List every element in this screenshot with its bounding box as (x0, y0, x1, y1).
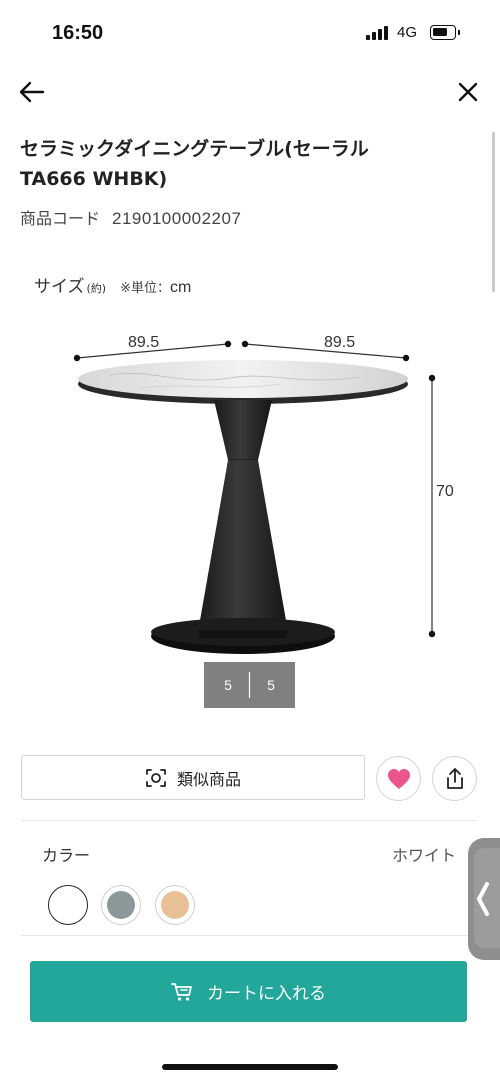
divider (21, 935, 477, 936)
close-icon (458, 82, 478, 102)
camera-scan-icon (146, 768, 166, 787)
size-diagram: 89.5 89.5 70 5 5 (73, 334, 454, 708)
color-swatch-beige[interactable] (155, 885, 195, 925)
base-dimension (204, 662, 295, 708)
chevron-left-icon (477, 882, 489, 916)
product-title: セラミックダイニングテーブル(セーラル TA666 WHBK) (20, 138, 369, 190)
status-time: 16:50 (52, 22, 104, 44)
selected-color-name: ホワイト (391, 846, 456, 865)
back-button[interactable] (16, 76, 48, 108)
side-drawer-tab[interactable] (468, 838, 500, 960)
status-bar: 16:50 4G (0, 0, 500, 64)
heart-icon (387, 768, 410, 789)
close-button[interactable] (452, 76, 484, 108)
unit-value: cm (170, 279, 192, 296)
swatch-fill (107, 891, 135, 919)
unit-label: ※単位： (120, 281, 170, 296)
width-right-label: 89.5 (324, 334, 355, 351)
size-heading: サイズ (約) ※単位：cm (34, 272, 191, 297)
divider (21, 820, 477, 821)
cart-icon (171, 982, 192, 1001)
add-to-cart-button[interactable]: カートに入れる (30, 961, 467, 1022)
color-swatch-gray[interactable] (101, 885, 141, 925)
height-label: 70 (436, 483, 454, 500)
swatch-fill (161, 891, 189, 919)
similar-products-button[interactable]: 類似商品 (21, 755, 365, 800)
network-label: 4G (397, 24, 418, 41)
color-swatch-white[interactable] (48, 885, 88, 925)
base-left-label: 5 (224, 677, 232, 693)
scrollbar[interactable] (492, 132, 495, 292)
product-code-value: 2190100002207 (112, 209, 242, 228)
signal-icon (366, 26, 390, 40)
size-label: サイズ (34, 277, 85, 297)
product-code-label: 商品コード (20, 209, 101, 228)
base-right-label: 5 (267, 677, 275, 693)
product-code: 商品コード 2190100002207 (20, 205, 241, 229)
size-approx: (約) (86, 282, 107, 295)
add-to-cart-label: カートに入れる (207, 984, 326, 1004)
height-dimension (428, 374, 436, 638)
battery-tip (458, 30, 460, 35)
arrow-left-icon (19, 81, 45, 103)
share-icon (446, 767, 463, 789)
similar-products-label: 類似商品 (176, 769, 241, 789)
battery-icon (430, 25, 456, 40)
swatch-fill (53, 890, 82, 919)
color-label: カラー (42, 846, 91, 865)
table-image (78, 360, 408, 654)
home-indicator[interactable] (162, 1064, 338, 1070)
width-left-label: 89.5 (128, 334, 159, 351)
share-button[interactable] (432, 756, 477, 801)
favorite-button[interactable] (376, 756, 421, 801)
